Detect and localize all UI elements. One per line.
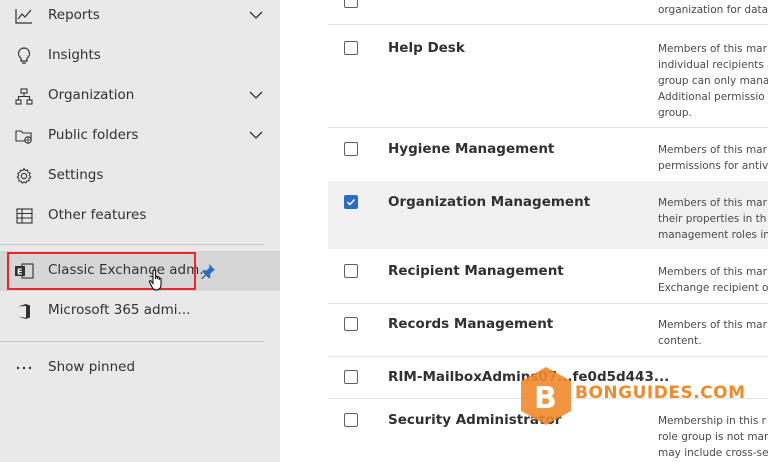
role-groups-list: organization for data Help Desk Members … xyxy=(280,0,768,462)
row-checkbox-checked[interactable] xyxy=(344,195,358,209)
svg-text:E: E xyxy=(17,268,22,277)
divider xyxy=(0,341,264,342)
nav-item-show-pinned[interactable]: Show pinned xyxy=(0,348,280,388)
role-description: Members of this mar Exchange recipient o xyxy=(658,266,768,294)
nav-label: Microsoft 365 admi... xyxy=(48,302,191,318)
role-name[interactable]: Security Administrator xyxy=(388,412,561,428)
nav-item-classic-exchange-admin[interactable]: E Classic Exchange adm... xyxy=(0,251,280,291)
role-description: Members of this mar permissions for antiv xyxy=(658,144,768,172)
nav-item-public-folders[interactable]: Public folders xyxy=(0,116,280,156)
nav-label: Classic Exchange adm... xyxy=(48,262,213,278)
row-divider xyxy=(328,303,768,304)
nav-item-organization[interactable]: Organization xyxy=(0,76,280,116)
pin-icon[interactable] xyxy=(200,263,216,280)
nav-label: Reports xyxy=(48,7,100,23)
role-description: Members of this mar content. xyxy=(658,319,767,347)
nav-item-insights[interactable]: Insights xyxy=(0,36,280,76)
nav-label: Public folders xyxy=(48,127,139,143)
folder-globe-icon xyxy=(14,127,34,145)
row-checkbox[interactable] xyxy=(344,413,358,427)
nav-label: Settings xyxy=(48,167,104,183)
row-divider xyxy=(328,356,768,357)
org-chart-icon xyxy=(14,87,34,105)
role-name[interactable]: Organization Management xyxy=(388,194,590,210)
chevron-down-icon[interactable] xyxy=(249,126,263,144)
role-description: Members of this mar their properties in t… xyxy=(658,197,768,241)
row-divider xyxy=(328,24,768,25)
role-name[interactable]: Help Desk xyxy=(388,40,465,56)
gear-icon xyxy=(14,167,34,185)
nav-label: Other features xyxy=(48,207,147,223)
row-divider xyxy=(328,398,768,399)
office-icon xyxy=(14,302,34,320)
nav-item-reports[interactable]: Reports xyxy=(0,0,280,36)
exchange-icon: E xyxy=(14,262,34,280)
row-divider xyxy=(328,127,768,128)
lightbulb-icon xyxy=(14,47,34,65)
chevron-down-icon[interactable] xyxy=(249,6,263,24)
row-checkbox[interactable] xyxy=(344,41,358,55)
nav-item-other-features[interactable]: Other features xyxy=(0,196,280,236)
navigation-sidebar: Reports Insights Organization Public fol… xyxy=(0,0,280,462)
role-description: organization for data xyxy=(658,4,768,16)
hand-cursor-icon xyxy=(148,268,168,292)
divider xyxy=(0,244,264,245)
row-checkbox[interactable] xyxy=(344,370,358,384)
chart-line-icon xyxy=(14,7,34,25)
role-name[interactable]: Hygiene Management xyxy=(388,141,554,157)
role-description: Membership in this r role group is not ma… xyxy=(658,415,768,459)
role-name[interactable]: Records Management xyxy=(388,316,553,332)
table-icon xyxy=(14,207,34,225)
row-checkbox[interactable] xyxy=(344,142,358,156)
nav-label: Organization xyxy=(48,87,135,103)
nav-item-settings[interactable]: Settings xyxy=(0,156,280,196)
nav-label: Show pinned xyxy=(48,359,136,375)
chevron-down-icon[interactable] xyxy=(249,86,263,104)
row-checkbox[interactable] xyxy=(344,317,358,331)
role-name[interactable]: RIM-MailboxAdmins07...fe0d5d443... xyxy=(388,369,669,385)
role-name[interactable]: Recipient Management xyxy=(388,263,564,279)
row-checkbox[interactable] xyxy=(344,264,358,278)
role-description: Members of this mar individual recipients… xyxy=(658,43,768,119)
more-icon xyxy=(14,359,34,377)
row-checkbox[interactable] xyxy=(344,0,358,8)
nav-item-microsoft-365-admin[interactable]: Microsoft 365 admi... xyxy=(0,291,280,331)
nav-label: Insights xyxy=(48,47,101,63)
